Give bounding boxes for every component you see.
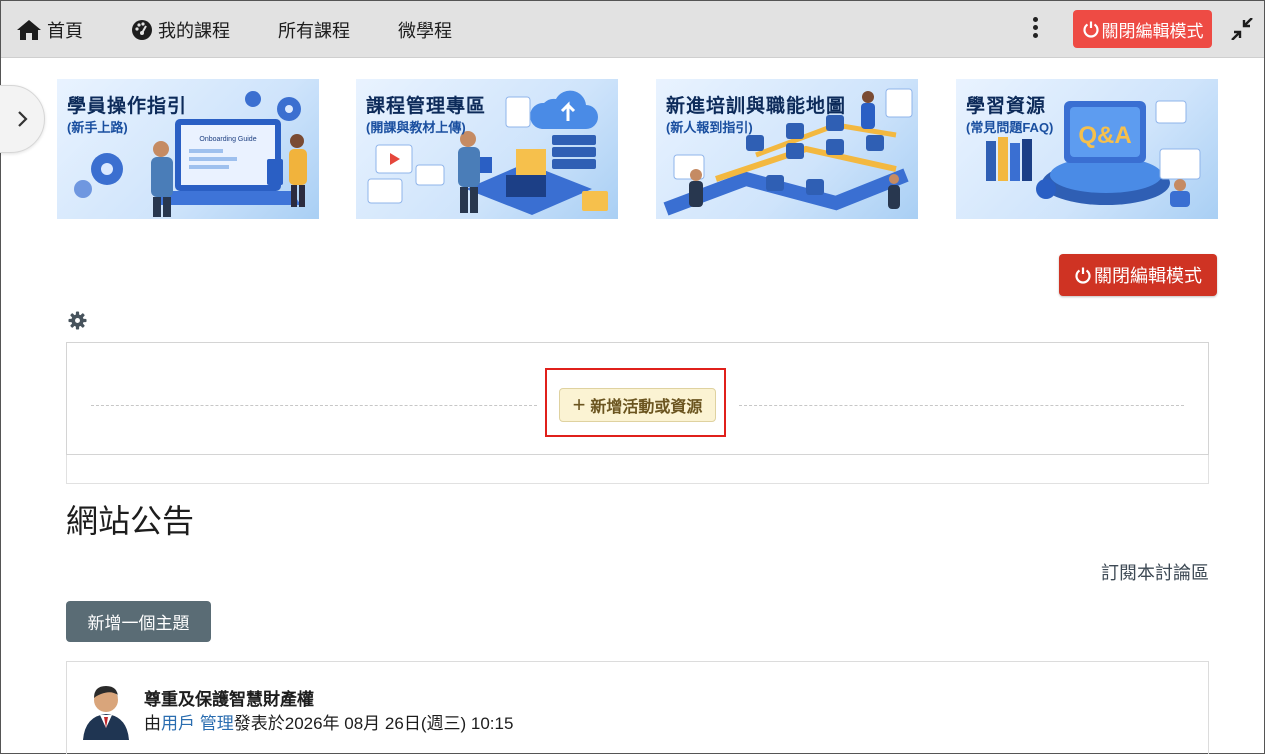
banner-title: 課程管理專區	[366, 96, 487, 117]
banner-course-management[interactable]: 課程管理專區 (開課與教材上傳)	[356, 79, 618, 219]
nav-home-label: 首頁	[47, 20, 83, 41]
banner-title: 學習資源	[966, 96, 1047, 117]
section-footer	[66, 455, 1209, 484]
add-topic-button[interactable]: 新增一個主題	[66, 601, 211, 642]
page-title: 網站公告	[66, 503, 195, 539]
banner-subtitle: (新人報到指引)	[666, 120, 753, 135]
power-icon	[1075, 267, 1091, 284]
avatar	[83, 686, 129, 740]
nav-micro-programs[interactable]: 微學程	[398, 1, 452, 58]
banner-title: 新進培訓與職能地圖	[666, 96, 847, 117]
banner-subtitle: (常見問題FAQ)	[966, 120, 1054, 135]
subscribe-link[interactable]: 訂閱本討論區	[1101, 559, 1209, 585]
compress-icon[interactable]	[1230, 18, 1254, 40]
post-date: 發表於2026年 08月 26日(週三) 10:15	[233, 714, 514, 733]
banner-learning-resources[interactable]: Q&A 學習資源 (常見問題FAQ)	[956, 79, 1218, 219]
banner-student-guide[interactable]: Onboarding Guide 學員操作指引 (新手上路)	[57, 79, 319, 219]
banner-subtitle: (開課與教材上傳)	[366, 120, 466, 135]
power-icon	[1082, 21, 1099, 38]
nav-my-courses-label: 我的課程	[158, 20, 230, 41]
edit-mode-top-label: 關閉編輯模式	[1101, 21, 1204, 41]
edit-mode-main-label: 關閉編輯模式	[1094, 266, 1202, 286]
nav-micro-label: 微學程	[398, 20, 452, 41]
post-title[interactable]: 尊重及保護智慧財產權	[144, 685, 314, 710]
section-divider	[91, 405, 537, 406]
post-meta-prefix: 由	[144, 714, 161, 733]
nav-all-courses-label: 所有課程	[278, 20, 350, 41]
nav-all-courses[interactable]: 所有課程	[278, 1, 350, 58]
section-divider	[739, 405, 1184, 406]
gear-icon[interactable]	[68, 311, 87, 330]
post-author-link[interactable]: 用戶 管理	[161, 714, 234, 733]
post-meta: 由用戶 管理發表於2026年 08月 26日(週三) 10:15	[144, 709, 513, 734]
banner-title: 學員操作指引	[67, 96, 188, 117]
nav-my-courses[interactable]: 我的課程	[131, 1, 230, 58]
highlight-box	[545, 368, 726, 437]
drawer-toggle-button[interactable]	[0, 85, 45, 153]
banner-subtitle: (新手上路)	[67, 120, 128, 135]
top-navbar: 首頁 我的課程 所有課程 微學程 關閉編輯模式	[1, 1, 1264, 58]
edit-mode-toggle-button-main[interactable]: 關閉編輯模式	[1059, 254, 1217, 296]
home-icon	[17, 19, 41, 40]
nav-home[interactable]: 首頁	[16, 1, 83, 58]
dashboard-icon	[132, 19, 152, 40]
forum-post: 尊重及保護智慧財產權 由用戶 管理發表於2026年 08月 26日(週三) 10…	[66, 661, 1209, 754]
svg-text:Q&A: Q&A	[1078, 122, 1131, 149]
banner-onboarding-map[interactable]: 新進培訓與職能地圖 (新人報到指引)	[656, 79, 918, 219]
more-menu-icon[interactable]	[1027, 14, 1043, 44]
chevron-right-icon	[18, 111, 28, 127]
edit-mode-toggle-button[interactable]: 關閉編輯模式	[1073, 10, 1212, 48]
svg-text:Onboarding Guide: Onboarding Guide	[199, 136, 256, 143]
